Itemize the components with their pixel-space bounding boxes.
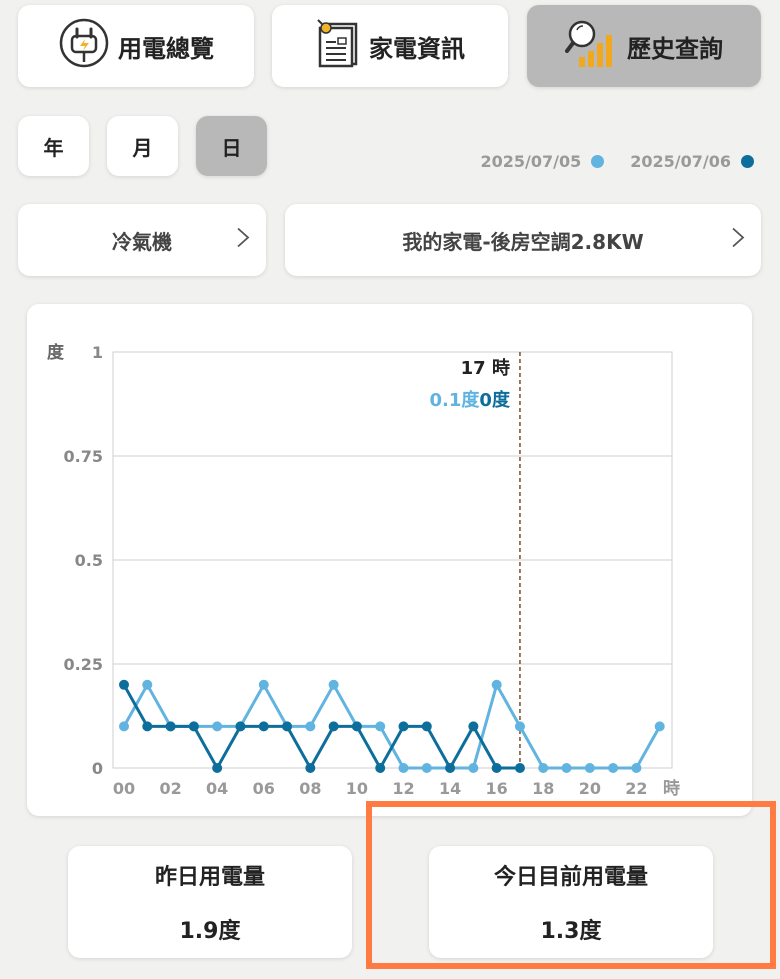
y-tick-label: 0.75 — [64, 447, 103, 466]
series-point-2 — [235, 721, 246, 732]
appliance-select-value: 我的家電-後房空調2.8KW — [402, 229, 644, 254]
y-axis-label: 度 — [47, 342, 65, 363]
chart-legend: 2025/07/05 2025/07/06 — [480, 152, 754, 171]
nav-history-button[interactable]: 歷史查詢 — [527, 5, 761, 87]
series-point-1 — [328, 679, 339, 690]
series-point-1 — [375, 721, 386, 732]
series-point-2 — [375, 763, 386, 773]
cursor-value2: 0度 — [479, 389, 511, 411]
period-year-label: 年 — [43, 135, 64, 160]
x-axis-ticks: 00 02 04 06 08 10 12 14 16 18 20 22 — [113, 779, 648, 798]
series-point-1 — [398, 763, 409, 773]
x-tick-label: 16 — [486, 779, 508, 798]
series-point-1 — [491, 679, 502, 690]
y-tick-label: 0.25 — [64, 655, 103, 674]
category-select-value: 冷氣機 — [112, 229, 172, 254]
legend-date2-dot — [741, 155, 754, 168]
series-point-2 — [165, 721, 176, 732]
cursor-values-label: 0.1度0度 — [430, 389, 511, 411]
series-point-2 — [445, 763, 456, 773]
period-month-button[interactable]: 月 — [107, 116, 178, 176]
nav-overview-button[interactable]: 用電總覽 — [18, 5, 254, 87]
nav-history-label: 歷史查詢 — [627, 34, 723, 63]
usage-line-chart[interactable]: 0 0.25 0.5 0.75 1 00 02 04 06 08 10 12 14 16 18 20 22 度… — [27, 304, 752, 816]
y-tick-label: 0.5 — [75, 551, 103, 570]
chart-grid — [112, 351, 673, 769]
x-tick-label: 04 — [206, 779, 228, 798]
series-point-2 — [514, 763, 525, 773]
magnifier-chart-icon — [565, 17, 619, 75]
series-point-1 — [212, 721, 223, 732]
x-tick-label: 06 — [253, 779, 275, 798]
x-tick-label: 22 — [625, 779, 647, 798]
chart-card: 0 0.25 0.5 0.75 1 00 02 04 06 08 10 12 14 16 18 20 22 度… — [27, 304, 752, 816]
yesterday-usage-card: 昨日用電量 1.9度 — [68, 846, 352, 958]
plug-icon — [58, 17, 110, 75]
series-point-2 — [421, 721, 432, 732]
series-point-1 — [142, 679, 153, 690]
series-point-2 — [258, 721, 269, 732]
category-select[interactable]: 冷氣機 — [18, 204, 266, 276]
period-day-label: 日 — [221, 135, 242, 160]
nav-appliance-info-label: 家電資訊 — [369, 34, 465, 63]
cursor-hour-label: 17 時 — [461, 358, 510, 379]
today-usage-label: 今日目前用電量 — [493, 865, 648, 890]
chevron-right-icon — [236, 227, 250, 254]
series-point-2 — [305, 763, 316, 773]
appliance-select[interactable]: 我的家電-後房空調2.8KW — [285, 204, 761, 276]
yesterday-usage-value: 1.9度 — [179, 919, 241, 944]
series-point-2 — [119, 679, 129, 690]
today-usage-card: 今日目前用電量 1.3度 — [429, 846, 713, 958]
series-point-1 — [561, 763, 572, 773]
series-point-1 — [584, 763, 595, 773]
legend-date1: 2025/07/05 — [480, 152, 582, 171]
series-point-1 — [538, 763, 549, 773]
yesterday-usage-label: 昨日用電量 — [154, 865, 265, 890]
cursor-value1: 0.1度 — [430, 389, 481, 411]
chart-series — [119, 679, 665, 773]
x-tick-label: 14 — [439, 779, 461, 798]
series-point-2 — [468, 721, 479, 732]
series-line-2 — [122, 684, 520, 770]
x-tick-label: 20 — [579, 779, 601, 798]
series-line-1 — [122, 683, 662, 770]
today-usage-value: 1.3度 — [540, 919, 602, 944]
series-point-2 — [188, 721, 199, 732]
period-day-button[interactable]: 日 — [196, 116, 267, 176]
legend-date1-dot — [591, 155, 605, 168]
x-axis-label: 時 — [663, 778, 680, 799]
x-tick-label: 02 — [159, 779, 181, 798]
x-tick-label: 12 — [392, 779, 414, 798]
series-point-2 — [351, 721, 362, 732]
y-tick-label: 0 — [92, 759, 103, 778]
series-point-1 — [468, 763, 479, 773]
y-tick-label: 1 — [92, 343, 103, 362]
x-tick-label: 18 — [532, 779, 554, 798]
series-point-1 — [654, 721, 665, 732]
x-tick-label: 10 — [346, 779, 368, 798]
series-point-1 — [305, 721, 316, 732]
series-point-2 — [212, 763, 223, 773]
series-point-2 — [282, 721, 293, 732]
series-point-1 — [421, 763, 432, 773]
series-point-1 — [631, 763, 642, 773]
series-point-2 — [398, 721, 409, 732]
period-year-button[interactable]: 年 — [18, 116, 89, 176]
x-tick-label: 08 — [299, 779, 321, 798]
y-axis-ticks: 0 0.25 0.5 0.75 1 — [64, 343, 103, 778]
nav-appliance-info-button[interactable]: 家電資訊 — [272, 5, 508, 87]
document-icon — [315, 18, 361, 74]
x-tick-label: 00 — [113, 779, 135, 798]
series-point-1 — [119, 721, 129, 732]
series-point-2 — [328, 721, 339, 732]
series-point-1 — [258, 679, 269, 690]
legend-date2: 2025/07/06 — [630, 152, 731, 171]
series-point-1 — [514, 721, 525, 732]
series-point-1 — [608, 763, 619, 773]
nav-overview-label: 用電總覽 — [118, 34, 214, 63]
series-point-2 — [491, 763, 502, 773]
period-month-label: 月 — [132, 135, 153, 160]
chevron-right-icon — [731, 227, 745, 254]
series-point-2 — [142, 721, 153, 732]
